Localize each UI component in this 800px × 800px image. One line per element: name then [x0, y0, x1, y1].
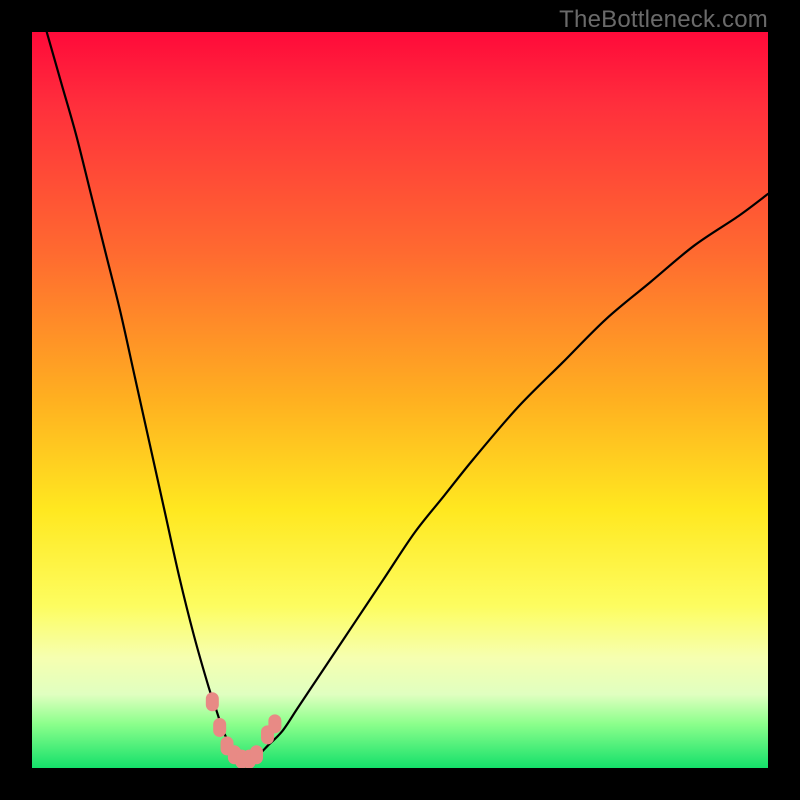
right-branch-curve [253, 194, 768, 757]
watermark-text: TheBottleneck.com [559, 6, 768, 34]
marker-dot [214, 719, 226, 737]
marker-dot [250, 746, 262, 764]
plot-area [32, 32, 768, 768]
marker-dot [206, 693, 218, 711]
left-branch-curve [47, 32, 238, 757]
marker-dot [269, 715, 281, 733]
chart-frame: TheBottleneck.com [0, 0, 800, 800]
marker-layer [206, 693, 281, 768]
curve-layer [32, 32, 768, 768]
